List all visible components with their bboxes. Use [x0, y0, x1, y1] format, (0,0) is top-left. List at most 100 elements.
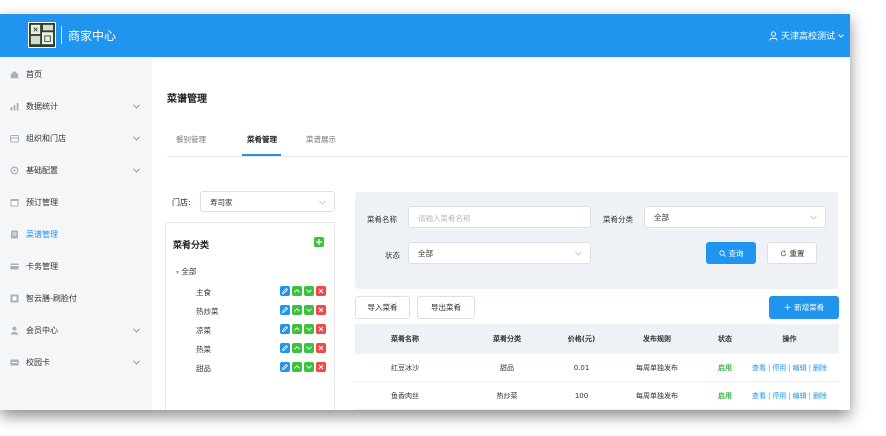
column-header[interactable]: 状态 [710, 334, 740, 344]
column-header[interactable]: 价格(元) [559, 334, 604, 344]
sidebar-item-org-stores[interactable]: 组织和门店 [0, 122, 152, 154]
move-up-button[interactable] [292, 286, 302, 296]
user-menu[interactable]: 天津高校测试 [769, 29, 844, 42]
import-dishes-button[interactable]: 导入菜肴 [355, 296, 410, 319]
move-down-button[interactable] [304, 286, 314, 296]
column-header[interactable]: 菜肴分类 [455, 334, 559, 344]
user-icon [769, 30, 778, 41]
add-category-button[interactable] [314, 237, 324, 247]
move-up-button[interactable] [292, 343, 302, 353]
reset-button[interactable]: 重置 [767, 242, 817, 264]
chevron-down-icon [810, 215, 817, 220]
delete-link[interactable]: 删除 [813, 364, 827, 372]
category-panel: 菜肴分类 ▾ 全部 主食 热炒菜 凉菜 热菜 甜品 [165, 222, 335, 410]
sidebar: 首页 数据统计 组织和门店 基础配置 预订管理 菜谱管理 卡务管理 智云膳-刷脸… [0, 57, 152, 410]
chevron-down-icon [319, 200, 326, 205]
move-down-button[interactable] [304, 324, 314, 334]
delete-category-button[interactable] [316, 324, 326, 334]
sidebar-item-menu-management[interactable]: 菜谱管理 [0, 218, 152, 250]
tab-dishes[interactable]: 菜肴管理 [247, 134, 277, 145]
calendar-icon [10, 198, 19, 206]
disable-link[interactable]: 停用 [772, 392, 786, 400]
search-button[interactable]: 查询 [706, 242, 756, 264]
delete-category-button[interactable] [316, 362, 326, 372]
move-down-button[interactable] [304, 305, 314, 315]
delete-category-button[interactable] [316, 343, 326, 353]
sidebar-item-statistics[interactable]: 数据统计 [0, 90, 152, 122]
delete-category-button[interactable] [316, 305, 326, 315]
chevron-up-icon [294, 365, 300, 369]
dish-name-placeholder: 请输入菜肴名称 [418, 214, 471, 223]
edit-link[interactable]: 编辑 [793, 392, 807, 400]
publish-rule-cell: 每周单独发布 [636, 391, 678, 400]
reset-button-label: 重置 [789, 248, 805, 258]
move-down-button[interactable] [304, 362, 314, 372]
category-root[interactable]: ▾ 全部 [176, 266, 196, 277]
separator: | [788, 391, 791, 400]
add-dish-button[interactable]: + 新增菜肴 [769, 296, 839, 319]
move-up-button[interactable] [292, 362, 302, 372]
dish-category-label: 菜肴分类 [603, 215, 633, 224]
sidebar-item-reservations[interactable]: 预订管理 [0, 186, 152, 218]
delete-link[interactable]: 删除 [813, 392, 827, 400]
dish-category-select[interactable]: 全部 [644, 206, 826, 228]
main-content: 菜谱管理 餐别管理 菜肴管理 菜谱展示 门店: 寿司家 菜肴分类 ▾ 全部 主食 [152, 57, 850, 410]
category-item[interactable]: 甜品 [196, 361, 331, 377]
add-button-label: 新增菜肴 [794, 303, 825, 312]
category-name: 主食 [196, 288, 211, 297]
edit-category-button[interactable] [280, 286, 290, 296]
store-select[interactable]: 寿司家 [200, 191, 335, 212]
category-name: 甜品 [196, 364, 211, 373]
move-up-button[interactable] [292, 305, 302, 315]
category-name: 热炒菜 [196, 307, 219, 316]
column-header[interactable]: 发布规则 [604, 334, 710, 344]
separator: | [788, 363, 791, 372]
chevron-down-icon [306, 327, 312, 331]
column-header[interactable]: 菜肴名称 [355, 334, 455, 344]
column-header[interactable]: 操作 [740, 334, 839, 344]
tab-menu-display[interactable]: 菜谱展示 [306, 134, 336, 145]
table-row: 红豆冰沙 甜品 0.01 每周单独发布 启用 查看 | 停用 | 编辑 | 删除 [355, 354, 839, 382]
export-button-label: 导出菜肴 [431, 303, 461, 312]
sidebar-item-home[interactable]: 首页 [0, 58, 152, 90]
page-title: 菜谱管理 [167, 94, 207, 105]
move-up-button[interactable] [292, 324, 302, 334]
sidebar-item-face-pay[interactable]: 智云膳-刷脸付 [0, 282, 152, 314]
category-item[interactable]: 主食 [196, 285, 331, 301]
publish-rule-cell: 每周单独发布 [636, 363, 678, 372]
edit-category-button[interactable] [280, 362, 290, 372]
sidebar-item-card-services[interactable]: 卡务管理 [0, 250, 152, 282]
import-button-label: 导入菜肴 [367, 303, 398, 312]
sidebar-item-basic-config[interactable]: 基础配置 [0, 154, 152, 186]
price-cell: 0.01 [573, 363, 590, 372]
edit-category-button[interactable] [280, 343, 290, 353]
move-down-button[interactable] [304, 343, 314, 353]
dish-name-label: 菜肴名称 [367, 215, 397, 224]
edit-category-button[interactable] [280, 305, 290, 315]
dish-name-cell: 红豆冰沙 [391, 363, 419, 372]
export-dishes-button[interactable]: 导出菜肴 [417, 296, 475, 319]
category-item[interactable]: 热菜 [196, 342, 331, 358]
edit-category-button[interactable] [280, 324, 290, 334]
category-item[interactable]: 热炒菜 [196, 304, 331, 320]
user-name: 天津高校测试 [780, 32, 835, 42]
sidebar-item-member-center[interactable]: 会员中心 [0, 314, 152, 346]
view-link[interactable]: 查看 [752, 364, 766, 372]
delete-category-button[interactable] [316, 286, 326, 296]
disable-link[interactable]: 停用 [772, 364, 786, 372]
id-card-icon [10, 359, 19, 365]
dish-category-cell: 热炒菜 [496, 391, 518, 400]
sidebar-item-campus-card[interactable]: 校园卡 [0, 346, 152, 378]
menu-book-icon [11, 230, 18, 238]
tab-meal-types[interactable]: 餐别管理 [176, 134, 206, 145]
status-select[interactable]: 全部 [408, 242, 591, 264]
edit-link[interactable]: 编辑 [793, 364, 807, 372]
dish-name-input[interactable]: 请输入菜肴名称 [408, 206, 591, 228]
separator: | [767, 391, 771, 400]
chevron-down-icon [575, 251, 582, 256]
status-badge: 启用 [718, 391, 732, 400]
chevron-down-icon [133, 359, 140, 365]
view-link[interactable]: 查看 [752, 392, 766, 400]
category-name: 凉菜 [196, 326, 211, 335]
category-item[interactable]: 凉菜 [196, 323, 331, 339]
